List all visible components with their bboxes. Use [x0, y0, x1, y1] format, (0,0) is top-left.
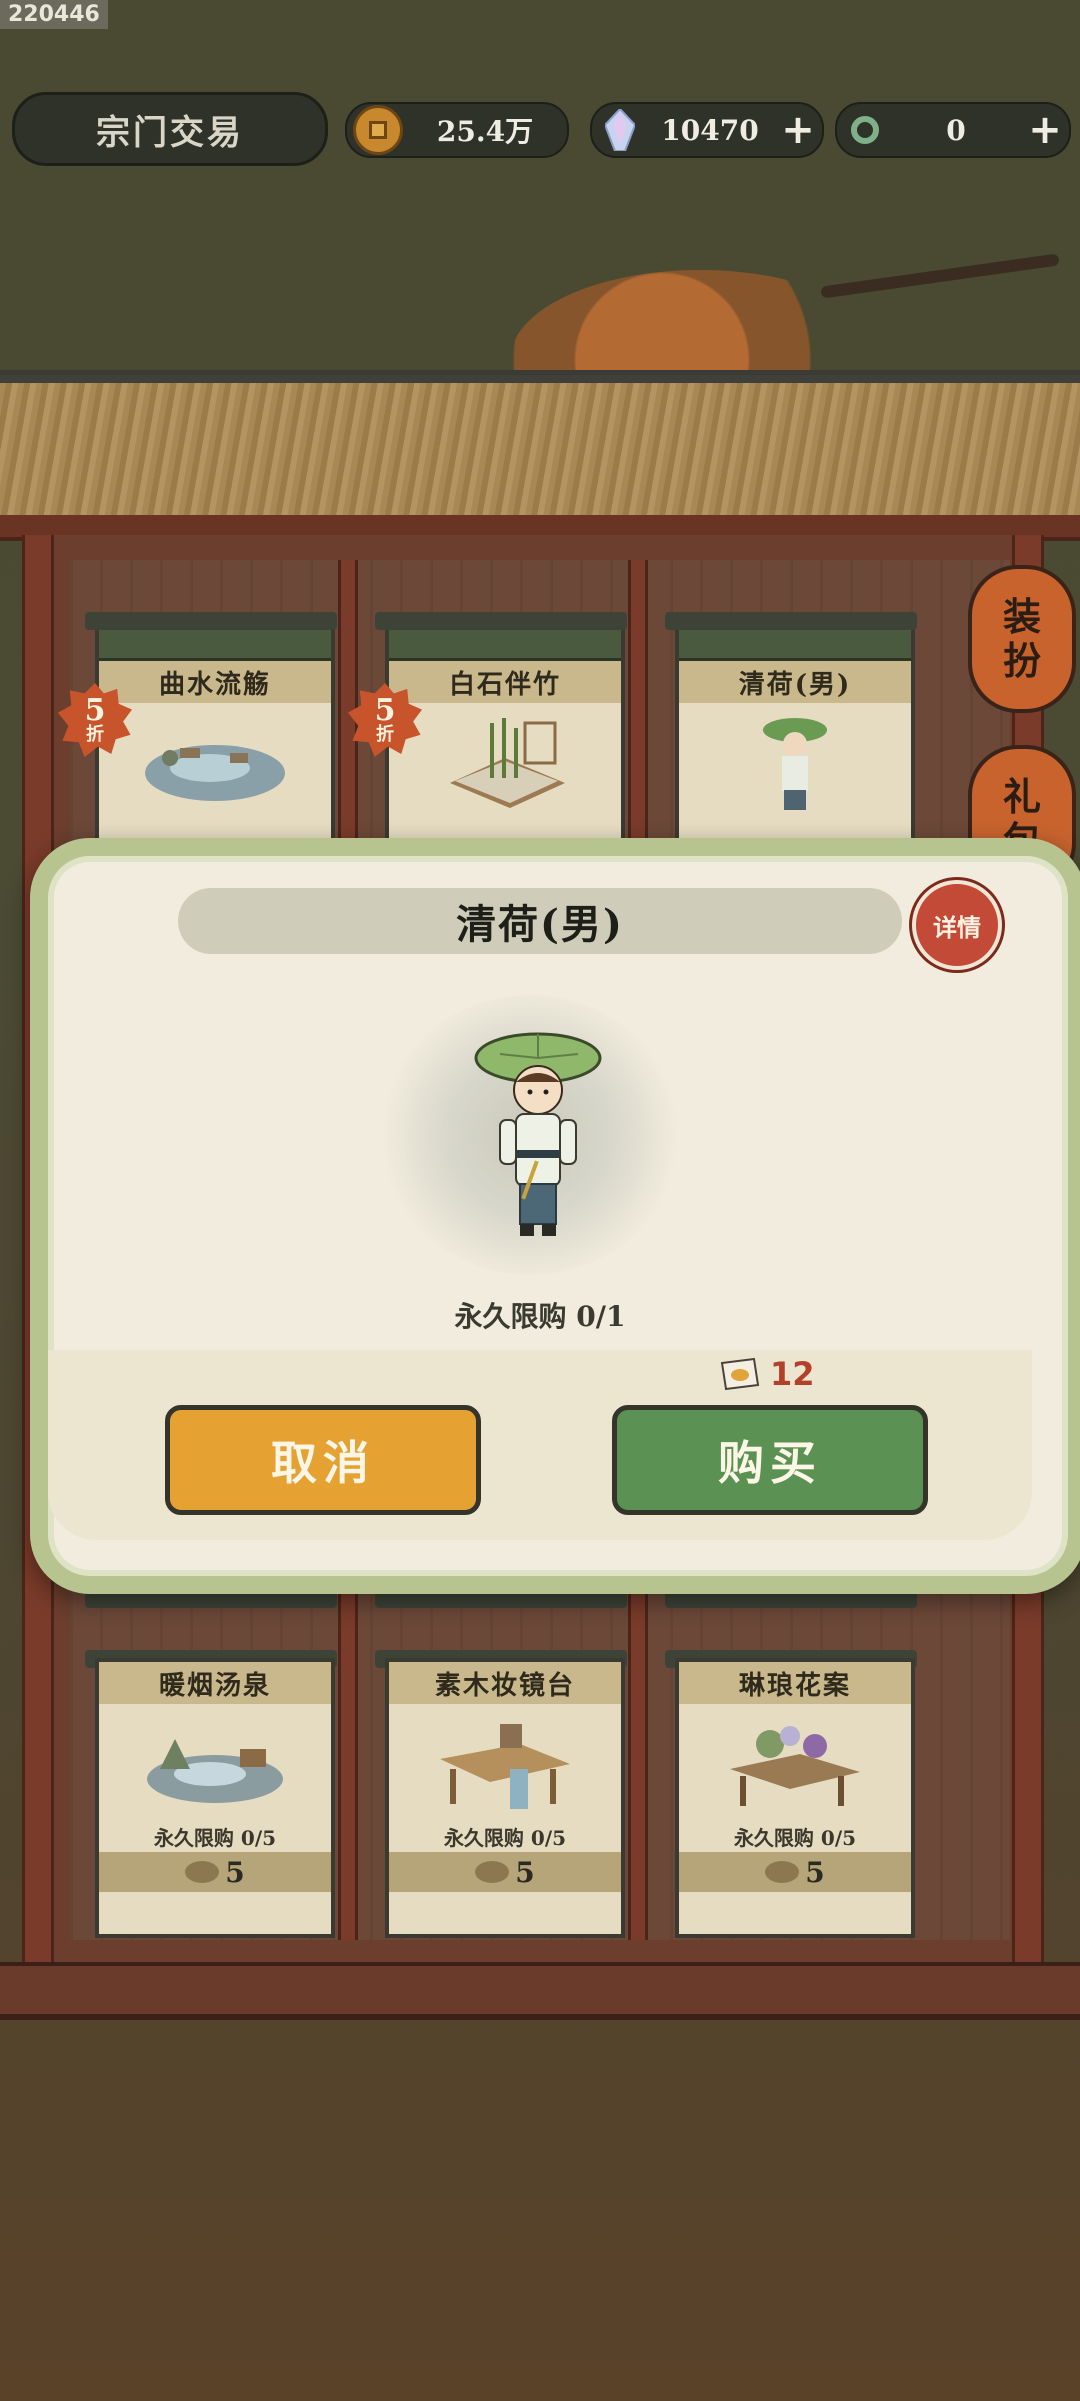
- price-value: 5: [515, 1855, 535, 1889]
- page-title-pill: 宗门交易: [12, 92, 328, 166]
- add-jade-button[interactable]: +: [1025, 107, 1065, 153]
- lantern-text: 装: [1002, 594, 1041, 640]
- item-image: [679, 703, 911, 823]
- discount-value: 5: [374, 693, 396, 728]
- page-title: 宗门交易: [96, 112, 244, 153]
- cancel-button[interactable]: 取消: [165, 1405, 481, 1515]
- purchase-limit: 永久限购 0/5: [733, 1826, 857, 1850]
- discount-unit: 折: [376, 724, 394, 745]
- item-image: [389, 1704, 621, 1824]
- purchase-limit: 永久限购 0/5: [153, 1826, 277, 1850]
- shop-item-card[interactable]: 曲水流觞: [95, 618, 335, 866]
- screenshot-id-tag: 220446: [0, 0, 108, 29]
- crystal-value: 10470: [661, 113, 759, 147]
- shelf-top: [85, 612, 337, 630]
- shop-item-name: 琳琅花案: [679, 1662, 911, 1704]
- shop-item-card[interactable]: 琳琅花案 永久限购 0/5 5: [675, 1658, 915, 1938]
- add-crystal-button[interactable]: +: [778, 107, 818, 153]
- buy-button[interactable]: 购买: [612, 1405, 928, 1515]
- item-image: [99, 1704, 331, 1824]
- item-image: [389, 703, 621, 823]
- crystal-counter: 10470 +: [590, 102, 824, 158]
- shop-item-card[interactable]: 白石伴竹: [385, 618, 625, 866]
- jade-value: 0: [946, 113, 966, 147]
- ticket-icon: [720, 1357, 760, 1391]
- character-preview-image: [474, 1032, 602, 1236]
- discount-value: 5: [84, 693, 106, 728]
- thatched-roof: [0, 375, 1080, 523]
- lantern-text: 礼: [1002, 774, 1041, 820]
- ticket-icon: [475, 1861, 510, 1883]
- shop-item-name: 白石伴竹: [389, 661, 621, 703]
- price-display: 12: [720, 1355, 815, 1393]
- jade-ring-icon: [843, 108, 887, 152]
- price-value: 5: [805, 1855, 825, 1889]
- coin-value: 25.4万: [436, 115, 534, 148]
- shop-item-name: 暖烟汤泉: [99, 1662, 331, 1704]
- details-button[interactable]: 详情: [912, 880, 1002, 970]
- shop-item-name: 清荷(男): [679, 661, 911, 703]
- copper-coin-icon: [353, 105, 403, 155]
- crystal-icon: [598, 108, 642, 152]
- price-tag: 5: [679, 1852, 911, 1892]
- ticket-icon: [185, 1861, 220, 1883]
- dress-up-lantern-button[interactable]: 装 扮: [968, 565, 1076, 713]
- coin-counter: 25.4万: [345, 102, 569, 158]
- shelf-top: [665, 612, 917, 630]
- discount-unit: 折: [86, 724, 104, 745]
- shop-item-card[interactable]: 清荷(男): [675, 618, 915, 866]
- jade-counter: 0 +: [835, 102, 1071, 158]
- purchase-limit-text: 永久限购 0/1: [454, 1300, 626, 1333]
- price-value: 5: [225, 1855, 245, 1889]
- item-image: [99, 703, 331, 823]
- tree-branch-decoration: [820, 253, 1060, 299]
- ticket-icon: [765, 1861, 800, 1883]
- shop-item-card[interactable]: 暖烟汤泉 永久限购 0/5 5: [95, 1658, 335, 1938]
- shop-item-name: 素木妆镜台: [389, 1662, 621, 1704]
- shelf-top: [375, 612, 627, 630]
- price-tag: 5: [99, 1852, 331, 1892]
- item-image: [679, 1704, 911, 1824]
- price-value: 12: [770, 1355, 815, 1393]
- shop-item-name: 曲水流觞: [99, 661, 331, 703]
- lantern-text: 扮: [1002, 638, 1041, 683]
- price-tag: 5: [389, 1852, 621, 1892]
- cabinet-floor: [0, 1962, 1080, 2020]
- dialog-title: 清荷(男): [178, 888, 902, 954]
- shop-item-card[interactable]: 素木妆镜台 永久限购 0/5 5: [385, 1658, 625, 1938]
- purchase-limit: 永久限购 0/5: [443, 1826, 567, 1850]
